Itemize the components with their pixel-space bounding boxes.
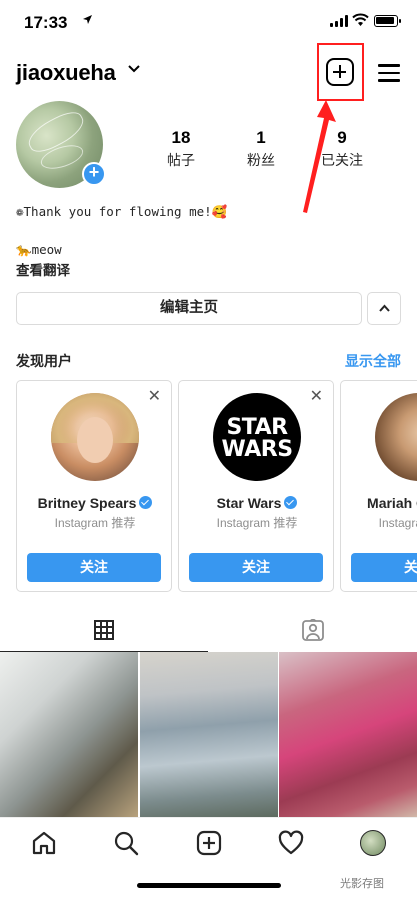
stat-following[interactable]: 9 已关注 <box>307 128 377 170</box>
watermark: 光影存图 <box>340 878 384 890</box>
suggestion-card[interactable]: ✕ Mariah Carey Instagram 推荐 关注 <box>340 380 417 592</box>
wifi-icon <box>352 13 369 26</box>
suggested-user-name[interactable]: Britney Spears <box>17 495 173 511</box>
suggested-user-name[interactable]: Mariah Carey <box>341 495 417 511</box>
follow-button[interactable]: 关注 <box>189 553 323 582</box>
suggestion-reason: Instagram 推荐 <box>54 516 136 530</box>
tagged-person-icon <box>302 619 324 641</box>
home-indicator[interactable] <box>137 883 281 888</box>
edit-profile-button[interactable]: 编辑主页 <box>16 292 362 325</box>
tab-tagged[interactable] <box>208 612 417 652</box>
hamburger-menu-icon[interactable] <box>378 64 400 82</box>
post-thumbnail[interactable] <box>279 652 417 817</box>
grid-icon <box>94 620 114 640</box>
search-icon[interactable] <box>113 830 139 856</box>
add-story-plus-icon[interactable]: + <box>82 162 106 186</box>
suggestion-cards[interactable]: ✕ Britney Spears Instagram 推荐 关注 ✕ STAR … <box>16 380 417 592</box>
bio-line: 🐆meow <box>16 242 62 257</box>
discover-people-title: 发现用户 <box>16 353 72 369</box>
suggested-user-avatar[interactable] <box>375 393 417 481</box>
suggestion-card[interactable]: ✕ Britney Spears Instagram 推荐 关注 <box>16 380 172 592</box>
close-icon[interactable]: ✕ <box>310 389 323 405</box>
cellular-signal-icon <box>330 15 348 27</box>
see-translation-link[interactable]: 查看翻译 <box>16 259 70 279</box>
tab-posts-grid[interactable] <box>0 612 208 652</box>
verified-badge-icon <box>139 496 153 509</box>
profile-avatar-tab[interactable] <box>360 830 386 856</box>
verified-badge-icon <box>284 496 298 509</box>
follow-button[interactable]: 关注 <box>27 553 161 582</box>
collapse-suggestions-button[interactable] <box>367 292 401 325</box>
see-all-link[interactable]: 显示全部 <box>345 351 401 371</box>
username-switcher[interactable]: jiaoxueha <box>16 60 116 86</box>
suggestion-reason: Instagram 推荐 <box>378 516 417 530</box>
suggested-user-avatar[interactable]: STAR WARS <box>213 393 301 481</box>
posts-grid <box>0 652 417 817</box>
post-thumbnail[interactable] <box>139 652 278 817</box>
profile-tabs <box>0 612 417 652</box>
battery-icon <box>374 15 401 27</box>
stat-label: 帖子 <box>167 152 195 168</box>
suggested-user-avatar[interactable] <box>51 393 139 481</box>
suggested-user-name[interactable]: Star Wars <box>179 495 335 511</box>
status-time: 17:33 <box>24 13 68 32</box>
heart-icon[interactable] <box>278 830 304 856</box>
follow-button[interactable]: 关注 <box>351 553 417 582</box>
bio-line: ❁Thank you for flowing me!🥰 <box>16 204 228 219</box>
annotation-highlight-box <box>317 43 364 101</box>
stat-value: 1 <box>256 128 266 147</box>
suggestion-reason: Instagram 推荐 <box>216 516 298 530</box>
avatar-logo-text: WARS <box>221 437 293 462</box>
stat-label: 粉丝 <box>247 152 275 168</box>
chevron-down-icon[interactable] <box>128 65 140 73</box>
stat-followers[interactable]: 1 粉丝 <box>226 128 296 170</box>
close-icon[interactable]: ✕ <box>148 389 161 405</box>
stat-posts[interactable]: 18 帖子 <box>146 128 216 170</box>
new-post-icon[interactable] <box>196 830 222 856</box>
stat-label: 已关注 <box>321 152 363 168</box>
location-arrow-icon <box>83 15 92 24</box>
status-bar: 17:33 <box>0 0 417 44</box>
post-thumbnail[interactable] <box>0 652 138 817</box>
home-icon[interactable] <box>31 830 57 856</box>
suggestion-card[interactable]: ✕ STAR WARS Star Wars Instagram 推荐 关注 <box>178 380 334 592</box>
chevron-up-icon <box>379 304 390 312</box>
stat-value: 18 <box>171 128 191 147</box>
stat-value: 9 <box>337 128 347 147</box>
